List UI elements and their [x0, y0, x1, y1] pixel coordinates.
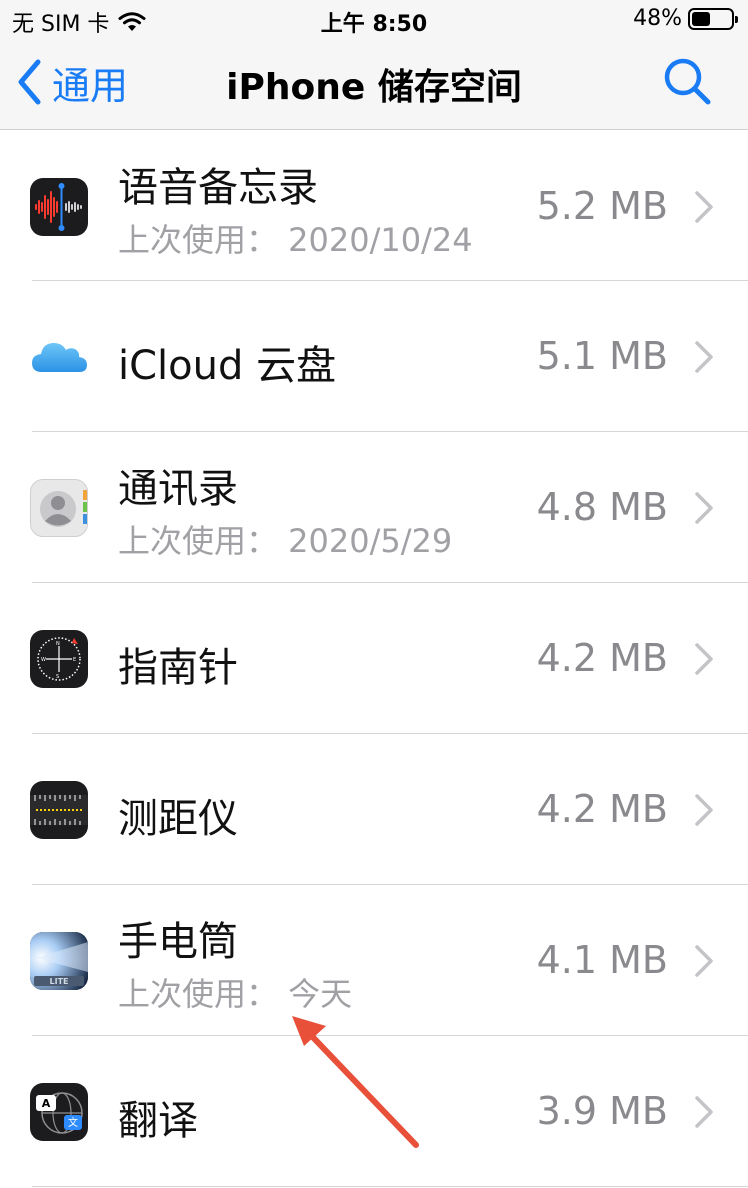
search-button[interactable]	[658, 54, 718, 110]
svg-text:A: A	[42, 1097, 51, 1110]
voice-memos-icon	[30, 178, 88, 236]
app-name: 通讯录	[118, 466, 238, 512]
compass-icon: N S W E	[30, 630, 88, 688]
svg-text:E: E	[73, 657, 76, 663]
status-bar: 无 SIM 卡 上午 8:50 48%	[0, 0, 748, 42]
app-last-used: 上次使用： 2020/10/24	[118, 221, 473, 259]
app-name: 测距仪	[118, 796, 238, 842]
app-name: iCloud 云盘	[118, 343, 337, 389]
status-right: 48%	[633, 6, 738, 31]
flashlight-icon: LITE	[30, 932, 88, 990]
app-row-voice-memos[interactable]: 语音备忘录 上次使用： 2020/10/24 5.2 MB	[0, 131, 748, 281]
navigation-bar: 通用 iPhone 储存空间	[0, 42, 748, 130]
app-size: 5.2 MB	[536, 184, 668, 228]
contacts-icon	[30, 479, 88, 537]
app-name: 指南针	[118, 645, 238, 691]
page-title: iPhone 储存空间	[226, 67, 522, 108]
app-last-used: 上次使用： 今天	[118, 975, 353, 1013]
svg-text:W: W	[41, 657, 46, 663]
battery-icon	[688, 7, 738, 30]
chevron-right-icon	[695, 643, 713, 675]
chevron-right-icon	[695, 1096, 713, 1128]
app-size: 4.2 MB	[536, 787, 668, 831]
app-last-used: 上次使用： 2020/5/29	[118, 522, 453, 560]
chevron-right-icon	[695, 341, 713, 373]
search-icon	[664, 58, 711, 105]
svg-text:N: N	[56, 641, 60, 647]
app-row-contacts[interactable]: 通讯录 上次使用： 2020/5/29 4.8 MB	[0, 432, 748, 583]
chevron-right-icon	[695, 492, 713, 524]
icloud-drive-icon	[30, 328, 88, 386]
app-name: 手电筒	[118, 919, 238, 965]
app-row-measure[interactable]: 测距仪 4.2 MB	[0, 734, 748, 885]
app-size: 5.1 MB	[536, 334, 668, 378]
app-size: 4.2 MB	[536, 636, 668, 680]
svg-text:文: 文	[68, 1116, 78, 1129]
app-name: 语音备忘录	[118, 165, 318, 211]
battery-fill	[692, 11, 711, 26]
app-row-compass[interactable]: N S W E 指南针 4.2 MB	[0, 583, 748, 734]
app-size: 4.1 MB	[536, 938, 668, 982]
app-name: 翻译	[118, 1098, 198, 1144]
battery-percent: 48%	[633, 6, 682, 31]
app-size: 3.9 MB	[536, 1089, 668, 1133]
chevron-right-icon	[695, 191, 713, 223]
svg-text:S: S	[56, 674, 59, 680]
svg-text:LITE: LITE	[50, 977, 69, 986]
app-row-icloud-drive[interactable]: iCloud 云盘 5.1 MB	[0, 281, 748, 432]
translate-icon: A 文	[30, 1083, 88, 1141]
app-row-translate[interactable]: A 文 翻译 3.9 MB	[0, 1036, 748, 1187]
app-storage-list: 语音备忘录 上次使用： 2020/10/24 5.2 MB iCloud 云盘 …	[0, 131, 748, 1187]
app-row-flashlight[interactable]: LITE 手电筒 上次使用： 今天 4.1 MB	[0, 885, 748, 1036]
app-size: 4.8 MB	[536, 485, 668, 529]
chevron-right-icon	[695, 794, 713, 826]
chevron-right-icon	[695, 945, 713, 977]
measure-icon	[30, 781, 88, 839]
